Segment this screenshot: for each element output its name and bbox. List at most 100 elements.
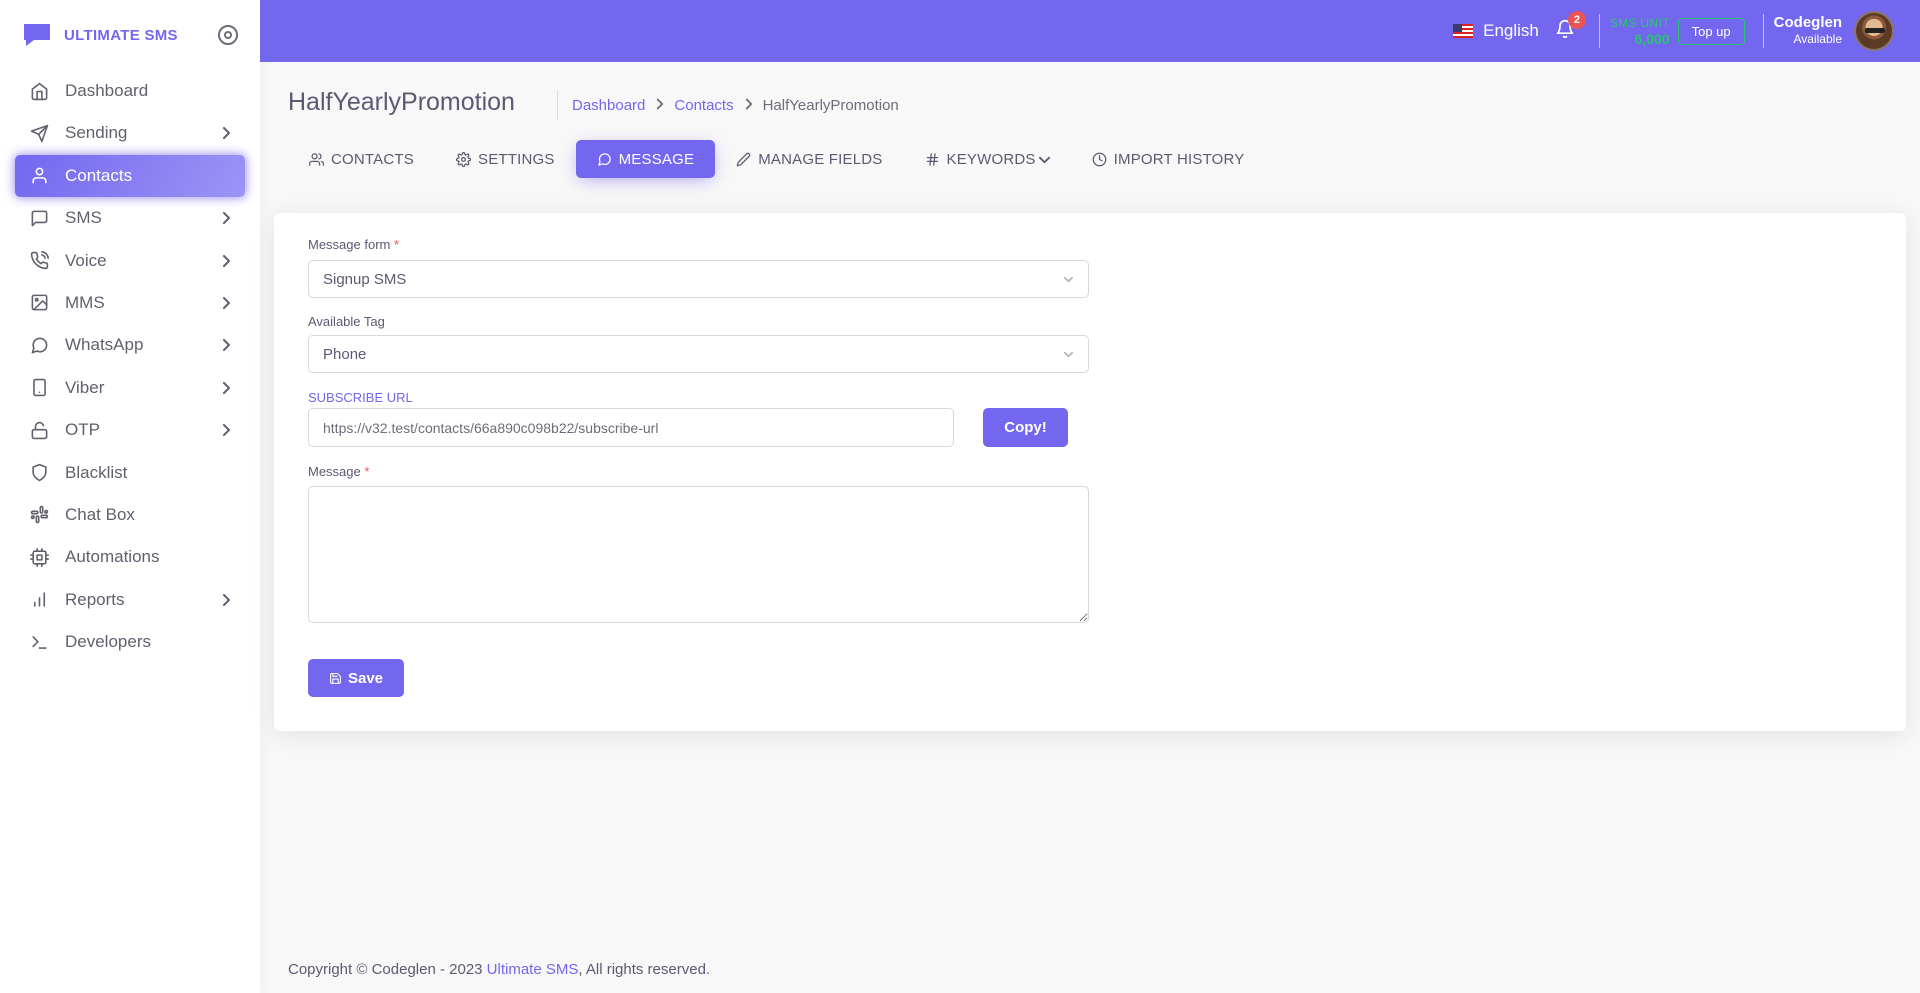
sidebar-menu: Dashboard Sending Contacts SMS Voice MMS: [0, 70, 260, 663]
chevron-right-icon: [221, 212, 231, 225]
page-title: HalfYearlyPromotion: [288, 88, 515, 116]
subscribe-url-label: SUBSCRIBE URL: [308, 390, 413, 405]
user-status: Available: [1793, 32, 1842, 46]
sms-unit-balance: SMS UNIT 6,000: [1610, 15, 1670, 47]
top-navbar: English 2 SMS UNIT 6,000 Top up Codeglen…: [260, 0, 1920, 62]
save-label: Save: [347, 669, 384, 687]
available-tag-select[interactable]: Phone: [308, 335, 1089, 373]
sms-unit-label: SMS UNIT: [1609, 16, 1670, 30]
sidebar-item-blacklist[interactable]: Blacklist: [15, 452, 245, 494]
chevron-right-icon: [221, 127, 231, 140]
message-form-card: Message form * Signup SMS Available Tag …: [274, 213, 1906, 731]
tab-manage-fields[interactable]: MANAGE FIELDS: [715, 140, 903, 178]
required-mark: *: [394, 237, 400, 252]
edit-icon: [736, 152, 751, 167]
tab-bar: CONTACTS SETTINGS MESSAGE MANAGE FIELDS …: [288, 140, 1266, 178]
sidebar-item-otp[interactable]: OTP: [15, 409, 245, 451]
subscribe-url-input[interactable]: [308, 408, 954, 447]
sidebar-item-sms[interactable]: SMS: [15, 197, 245, 239]
available-tag-value: Phone: [323, 345, 367, 363]
phone-call-icon: [29, 251, 49, 271]
sidebar-item-automations[interactable]: Automations: [15, 536, 245, 578]
save-button[interactable]: Save: [308, 659, 404, 697]
sidebar-item-label: Automations: [65, 547, 160, 567]
language-selector[interactable]: English: [1453, 21, 1539, 41]
home-icon: [29, 81, 49, 101]
sidebar-item-developers[interactable]: Developers: [15, 621, 245, 663]
breadcrumb-contacts[interactable]: Contacts: [674, 97, 733, 114]
message-form-select[interactable]: Signup SMS: [308, 260, 1089, 298]
us-flag-icon: [1453, 24, 1474, 38]
tab-settings[interactable]: SETTINGS: [435, 140, 576, 178]
avatar[interactable]: [1854, 11, 1894, 51]
footer-link[interactable]: Ultimate SMS: [487, 961, 579, 978]
notifications-button[interactable]: 2: [1553, 11, 1586, 43]
sidebar-item-reports[interactable]: Reports: [15, 579, 245, 621]
breadcrumb-dashboard[interactable]: Dashboard: [572, 97, 645, 114]
tab-import-history[interactable]: IMPORT HISTORY: [1071, 140, 1266, 178]
sidebar-item-contacts[interactable]: Contacts: [15, 154, 245, 197]
message-form-value: Signup SMS: [323, 270, 407, 288]
user-icon: [29, 166, 49, 186]
breadcrumb: Dashboard Contacts HalfYearlyPromotion: [557, 90, 899, 120]
sidebar-item-label: MMS: [65, 292, 105, 312]
tab-label: IMPORT HISTORY: [1113, 150, 1245, 168]
sidebar-item-label: Chat Box: [65, 504, 135, 524]
sidebar-item-label: Viber: [65, 377, 105, 397]
navbar-divider: [1762, 14, 1764, 48]
slack-icon: [29, 505, 49, 525]
sidebar-item-whatsapp[interactable]: WhatsApp: [15, 324, 245, 366]
tab-label: MESSAGE: [618, 150, 695, 168]
navbar-divider: [1598, 14, 1600, 48]
settings-icon: [456, 151, 471, 167]
sidebar-item-label: Contacts: [65, 165, 133, 185]
chevron-right-icon: [221, 424, 231, 437]
tab-label: KEYWORDS: [946, 150, 1036, 168]
chevron-right-icon: [221, 296, 231, 309]
copy-button[interactable]: Copy!: [983, 408, 1068, 447]
sidebar-item-dashboard[interactable]: Dashboard: [15, 70, 245, 112]
sms-unit-value: 6,000: [1634, 31, 1670, 47]
sidebar-item-label: SMS: [65, 208, 102, 228]
message-textarea[interactable]: [308, 486, 1089, 623]
available-tag-label: Available Tag: [308, 314, 385, 329]
footer-rights: , All rights reserved.: [578, 961, 711, 978]
footer: Copyright © Codeglen - 2023 Ultimate SMS…: [288, 961, 710, 978]
hash-icon: [925, 152, 940, 167]
notification-badge: 2: [1567, 11, 1586, 29]
top-up-button[interactable]: Top up: [1677, 17, 1745, 45]
sidebar-item-sending[interactable]: Sending: [15, 112, 245, 154]
brand-name: ULTIMATE SMS: [64, 26, 178, 44]
chevron-right-icon: [221, 254, 231, 267]
tab-contacts[interactable]: CONTACTS: [288, 140, 435, 178]
bar-chart-icon: [29, 590, 49, 610]
sidebar-item-mms[interactable]: MMS: [15, 282, 245, 324]
language-label: English: [1483, 21, 1539, 40]
sidebar-item-viber[interactable]: Viber: [15, 367, 245, 409]
sidebar-item-label: Developers: [65, 632, 151, 652]
footer-copyright: Copyright © Codeglen - 2023: [288, 961, 487, 978]
sidebar-toggle-icon[interactable]: [218, 25, 238, 45]
save-icon: [329, 672, 342, 685]
shield-icon: [29, 463, 49, 483]
sidebar-item-label: Sending: [65, 123, 128, 143]
logo-icon: [22, 22, 52, 48]
tab-keywords[interactable]: KEYWORDS: [904, 140, 1071, 178]
message-label: Message *: [308, 464, 369, 479]
chevron-right-icon: [221, 381, 231, 394]
user-menu[interactable]: Codeglen Available: [1774, 14, 1842, 48]
tab-message[interactable]: MESSAGE: [575, 140, 716, 178]
clock-icon: [1092, 152, 1107, 167]
message-label-text: Message: [308, 464, 361, 479]
sidebar-item-chat-box[interactable]: Chat Box: [15, 494, 245, 536]
sidebar-item-voice[interactable]: Voice: [15, 240, 245, 282]
chevron-down-icon: [1063, 349, 1074, 360]
tab-label: MANAGE FIELDS: [758, 150, 883, 168]
users-icon: [309, 152, 324, 167]
message-circle-icon: [29, 335, 49, 355]
brand[interactable]: ULTIMATE SMS: [0, 0, 260, 70]
chevron-right-icon: [221, 339, 231, 352]
sidebar: ULTIMATE SMS Dashboard Sending Contacts …: [0, 0, 260, 993]
tab-label: CONTACTS: [331, 150, 414, 168]
sidebar-item-label: Reports: [65, 589, 125, 609]
